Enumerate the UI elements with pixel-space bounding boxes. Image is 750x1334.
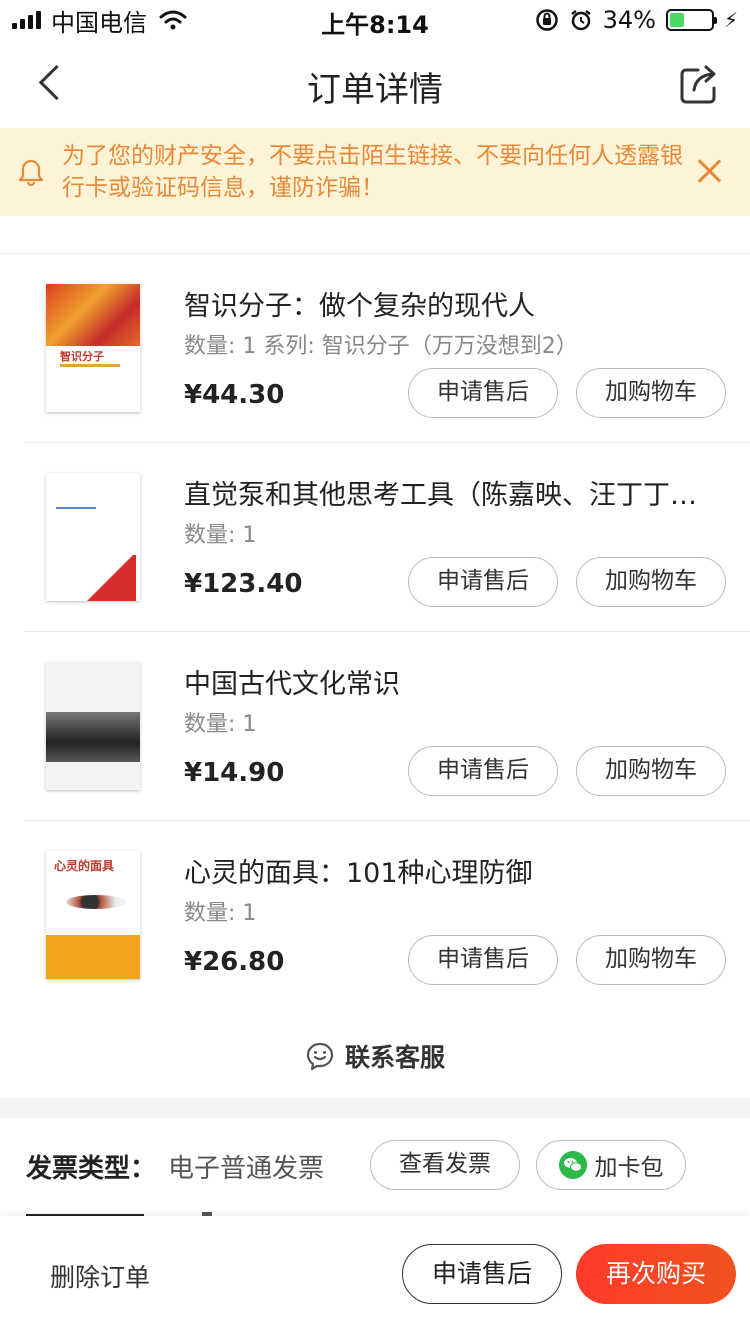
product-list: 智识分子 智识分子：做个复杂的现代人 数量: 1 系列: 智识分子（万万没想到2…: [0, 254, 750, 1010]
product-price: ¥44.30: [184, 380, 285, 410]
battery-icon: [665, 9, 717, 31]
view-invoice-button[interactable]: 查看发票: [370, 1140, 520, 1190]
book-cover-image[interactable]: 心灵的面具: [46, 851, 140, 979]
delete-order-button[interactable]: 删除订单: [50, 1258, 150, 1294]
bottom-action-bar: 删除订单 申请售后 再次购买: [0, 1216, 750, 1334]
add-to-cart-button[interactable]: 加购物车: [576, 557, 726, 607]
invoice-type-value: 电子普通发票: [168, 1154, 325, 1184]
close-icon[interactable]: [696, 158, 722, 184]
contact-service-label: 联系客服: [344, 1043, 445, 1072]
after-sale-button[interactable]: 申请售后: [408, 368, 558, 418]
book-cover-image[interactable]: [46, 473, 140, 601]
product-meta: 数量: 1: [184, 901, 257, 926]
clipped-text-fragment: [18, 216, 128, 224]
section-divider: [0, 1098, 750, 1118]
alarm-icon: [570, 10, 591, 31]
status-right: 34% ⚡: [535, 6, 738, 34]
product-title[interactable]: 中国古代文化常识: [184, 662, 704, 701]
product-item[interactable]: 心灵的面具 心灵的面具：101种心理防御 数量: 1 ¥26.80 申请售后 加…: [24, 821, 750, 1010]
product-price: ¥123.40: [184, 569, 303, 599]
orientation-lock-icon: [535, 9, 558, 31]
after-sale-button[interactable]: 申请售后: [408, 935, 558, 985]
product-meta: 数量: 1 系列: 智识分子（万万没想到2）: [184, 334, 578, 359]
add-to-card-wallet-label: 加卡包: [594, 1155, 664, 1181]
product-title[interactable]: 心灵的面具：101种心理防御: [184, 851, 704, 890]
scrolled-section-edge: [0, 216, 750, 254]
product-item[interactable]: 直觉泵和其他思考工具（陈嘉映、汪丁丁、刘擎推荐） 数量: 1 ¥123.40 申…: [24, 443, 750, 632]
product-price: ¥14.90: [184, 758, 285, 788]
product-price: ¥26.80: [184, 947, 285, 977]
invoice-section: 发票类型： 电子普通发票 查看发票 加卡包: [0, 1118, 750, 1218]
add-to-cart-button[interactable]: 加购物车: [576, 935, 726, 985]
product-title[interactable]: 直觉泵和其他思考工具（陈嘉映、汪丁丁、刘擎推荐）: [184, 473, 704, 512]
product-item[interactable]: 智识分子 智识分子：做个复杂的现代人 数量: 1 系列: 智识分子（万万没想到2…: [24, 254, 750, 443]
bell-icon: [18, 159, 44, 186]
status-bar: 中国电信 上午8:14 34% ⚡: [0, 0, 750, 40]
after-sale-button-bottom[interactable]: 申请售后: [402, 1244, 562, 1304]
after-sale-button[interactable]: 申请售后: [408, 557, 558, 607]
product-meta: 数量: 1: [184, 523, 257, 548]
book-cover-image[interactable]: 智识分子: [46, 284, 140, 412]
wechat-icon: [558, 1151, 587, 1179]
product-meta: 数量: 1: [184, 712, 257, 737]
book-cover-image[interactable]: [46, 662, 140, 790]
after-sale-button[interactable]: 申请售后: [408, 746, 558, 796]
page-title: 订单详情: [307, 70, 443, 110]
add-to-cart-button[interactable]: 加购物车: [576, 368, 726, 418]
charging-icon: ⚡: [723, 8, 738, 32]
add-to-cart-button[interactable]: 加购物车: [576, 746, 726, 796]
invoice-type-label: 发票类型：: [26, 1154, 157, 1184]
product-item[interactable]: 中国古代文化常识 数量: 1 ¥14.90 申请售后 加购物车: [24, 632, 750, 821]
notice-text: 为了您的财产安全，不要点击陌生链接、不要向任何人透露银行卡或验证码信息，谨防诈骗…: [62, 143, 683, 201]
contact-service-row[interactable]: 联系客服: [0, 1010, 750, 1098]
chat-smile-icon: [306, 1042, 334, 1071]
share-icon[interactable]: [678, 62, 722, 106]
battery-fill: [669, 13, 684, 27]
battery-percent: 34%: [602, 6, 656, 34]
product-title[interactable]: 智识分子：做个复杂的现代人: [184, 284, 704, 323]
add-to-card-wallet-button[interactable]: 加卡包: [536, 1140, 686, 1190]
rebuy-button[interactable]: 再次购买: [576, 1244, 736, 1304]
security-notice: 为了您的财产安全，不要点击陌生链接、不要向任何人透露银行卡或验证码信息，谨防诈骗…: [0, 128, 750, 216]
nav-bar: 订单详情: [0, 40, 750, 128]
